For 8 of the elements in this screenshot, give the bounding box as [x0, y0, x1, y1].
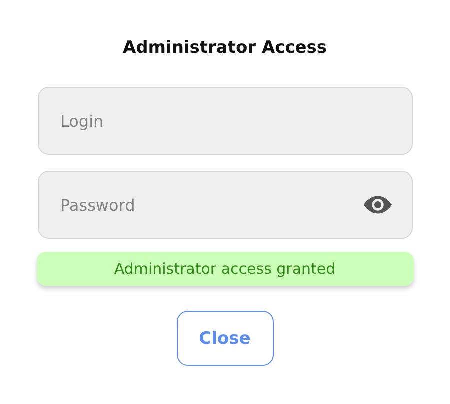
login-field[interactable]: Login [38, 87, 412, 155]
password-input[interactable]: Password [58, 194, 364, 216]
password-field[interactable]: Password [38, 171, 412, 239]
close-button[interactable]: Close [176, 311, 274, 366]
eye-icon[interactable] [364, 196, 392, 214]
login-input[interactable]: Login [58, 110, 392, 132]
dialog-title: Administrator Access [122, 37, 328, 59]
status-message: Administrator access granted [36, 252, 414, 286]
